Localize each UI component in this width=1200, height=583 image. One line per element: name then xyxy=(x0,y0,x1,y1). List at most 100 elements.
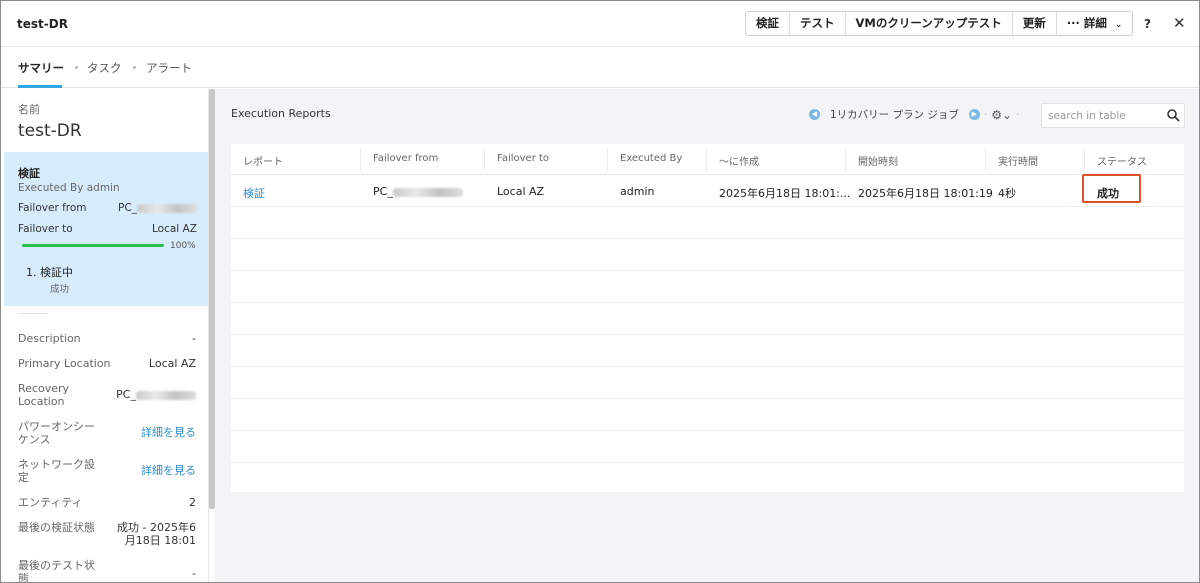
redacted-text xyxy=(136,390,196,400)
table-header: レポート Failover from Failover to Executed … xyxy=(231,144,1184,175)
tab-summary[interactable]: サマリー xyxy=(18,60,64,76)
summary-sidebar: 名前 test-DR 検証 Executed By admin Failover… xyxy=(4,89,209,583)
property-key: Recovery Location xyxy=(18,382,70,408)
cell-start-time: 2025年6月18日 18:01:19 xyxy=(858,187,993,200)
failover-from-text: PC_ xyxy=(373,185,393,198)
failover-to-value: Local AZ xyxy=(152,223,197,235)
column-divider xyxy=(985,149,986,171)
property-value: PC_ xyxy=(116,388,196,401)
column-header-failover-to[interactable]: Failover to xyxy=(497,153,549,164)
page-title: test-DR xyxy=(17,17,68,31)
pagination: ◀ 1リカバリー プラン ジョブ ▶ · ⚙⌄ · xyxy=(809,107,1023,122)
cell-failover-to: Local AZ xyxy=(497,185,545,198)
property-key: パワーオンシーケンス xyxy=(18,420,95,446)
empty-row xyxy=(231,335,1184,367)
cell-executed-by: admin xyxy=(620,185,655,198)
empty-row xyxy=(231,207,1184,239)
property-key: Primary Location xyxy=(18,357,111,370)
property-value: 成功 - 2025年6月18日 18:01 xyxy=(117,521,196,547)
empty-row xyxy=(231,431,1184,463)
progress-bar-fill xyxy=(22,244,164,247)
tab-bar: サマリー タスク アラート xyxy=(1,48,1199,88)
separator: · xyxy=(983,108,988,121)
property-key: Description xyxy=(18,332,81,345)
failover-to-label: Failover to xyxy=(18,223,73,235)
main-content: Execution Reports ◀ 1リカバリー プラン ジョブ ▶ · ⚙… xyxy=(215,89,1199,582)
step-name: 1. 検証中 xyxy=(26,266,73,279)
failover-from-text: PC_ xyxy=(118,202,137,214)
gear-icon[interactable]: ⚙⌄ xyxy=(991,108,1012,122)
header-bar: test-DR 検証 テスト VMのクリーンアップテスト 更新 ··· 詳細 ⌄ … xyxy=(1,1,1199,47)
table-search xyxy=(1041,103,1185,128)
network-details-link[interactable]: 詳細を見る xyxy=(141,464,196,477)
property-key: 最後の検証状態 xyxy=(18,521,95,534)
tab-separator xyxy=(75,66,78,69)
more-actions-button[interactable]: ··· 詳細 ⌄ xyxy=(1057,12,1133,35)
close-icon[interactable]: ✕ xyxy=(1173,14,1186,32)
tab-alerts[interactable]: アラート xyxy=(146,60,192,76)
column-header-created[interactable]: 〜に作成 xyxy=(719,153,759,168)
previous-page-icon[interactable]: ◀ xyxy=(809,109,820,120)
redacted-text xyxy=(136,203,197,213)
update-button[interactable]: 更新 xyxy=(1013,12,1057,35)
section-title: Execution Reports xyxy=(231,107,331,120)
report-link[interactable]: 検証 xyxy=(243,185,265,201)
empty-row xyxy=(231,463,1184,495)
cell-duration: 4秒 xyxy=(998,187,1016,200)
property-value: 2 xyxy=(189,496,196,509)
column-divider xyxy=(484,149,485,171)
column-header-duration[interactable]: 実行時間 xyxy=(998,153,1038,168)
plan-name: test-DR xyxy=(18,121,82,141)
help-icon[interactable]: ? xyxy=(1144,17,1151,31)
cell-created: 2025年6月18日 18:01:... xyxy=(719,187,851,200)
column-divider xyxy=(845,149,846,171)
card-executed-by: Executed By admin xyxy=(18,182,120,194)
property-value: - xyxy=(192,332,196,345)
empty-row xyxy=(231,303,1184,335)
redacted-text xyxy=(392,187,463,197)
column-header-executed-by[interactable]: Executed By xyxy=(620,153,682,164)
execution-reports-table: レポート Failover from Failover to Executed … xyxy=(231,144,1184,492)
search-icon[interactable] xyxy=(1166,108,1180,122)
app-window: test-DR 検証 テスト VMのクリーンアップテスト 更新 ··· 詳細 ⌄ … xyxy=(0,0,1200,583)
active-tab-indicator xyxy=(18,85,62,88)
column-header-report[interactable]: レポート xyxy=(243,153,283,168)
property-key: 最後のテスト状態 xyxy=(18,559,95,583)
tab-tasks[interactable]: タスク xyxy=(87,60,122,76)
property-key: ネットワーク設定 xyxy=(18,458,95,484)
name-label: 名前 xyxy=(18,103,40,116)
property-value: - xyxy=(192,567,196,580)
chevron-down-icon: ⌄ xyxy=(1114,20,1123,30)
execution-status-card[interactable]: 検証 Executed By admin Failover from PC_ F… xyxy=(4,152,208,306)
property-key: エンティティ xyxy=(18,496,83,509)
column-header-status[interactable]: ステータス xyxy=(1097,153,1147,168)
column-divider xyxy=(607,149,608,171)
column-divider xyxy=(360,149,361,171)
progress-percent: 100% xyxy=(170,241,196,251)
empty-row xyxy=(231,399,1184,431)
column-header-start-time[interactable]: 開始時刻 xyxy=(858,153,898,168)
empty-row xyxy=(231,271,1184,303)
cleanup-test-vms-button[interactable]: VMのクリーンアップテスト xyxy=(846,12,1013,35)
recovery-location-text: PC_ xyxy=(116,388,136,401)
empty-row xyxy=(231,367,1184,399)
table-row[interactable]: 検証 PC_ Local AZ admin 2025年6月18日 18:01:.… xyxy=(231,175,1184,207)
failover-from-label: Failover from xyxy=(18,202,87,214)
search-input[interactable] xyxy=(1048,108,1158,124)
property-value: Local AZ xyxy=(148,357,196,370)
next-page-icon[interactable]: ▶ xyxy=(968,109,980,120)
divider xyxy=(18,313,48,314)
power-on-details-link[interactable]: 詳細を見る xyxy=(141,426,196,439)
separator: · xyxy=(1016,108,1020,121)
empty-row xyxy=(231,239,1184,271)
test-button[interactable]: テスト xyxy=(790,12,846,35)
failover-from-value: PC_ xyxy=(118,202,197,214)
card-title: 検証 xyxy=(18,167,40,180)
validate-button[interactable]: 検証 xyxy=(746,12,790,35)
step-status: 成功 xyxy=(50,284,70,295)
pagination-label: 1リカバリー プラン ジョブ xyxy=(830,109,959,121)
column-divider xyxy=(706,149,707,171)
tab-separator xyxy=(133,66,136,69)
cell-failover-from: PC_ xyxy=(373,185,463,198)
column-header-failover-from[interactable]: Failover from xyxy=(373,153,438,164)
